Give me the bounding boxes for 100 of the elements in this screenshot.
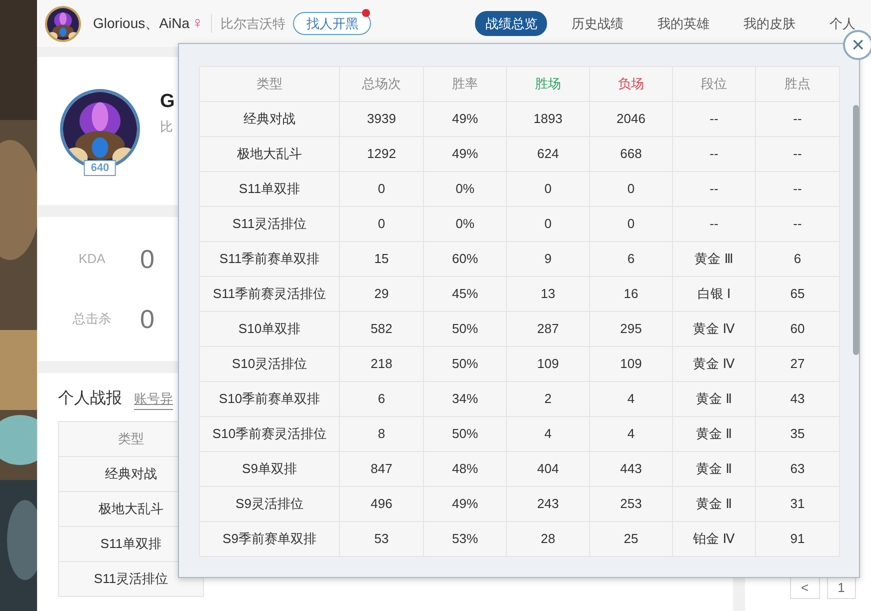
table-cell: 黄金 Ⅱ [672,452,756,486]
table-cell: 60% [424,242,506,276]
player-name: Glorious、AiNa [93,14,190,33]
column-header: 胜场 [506,66,590,102]
table-cell: 109 [506,346,590,382]
column-header: 胜率 [424,66,506,102]
table-cell: S10季前赛灵活排位 [200,416,340,452]
column-header: 负场 [590,66,672,102]
table-cell: 4 [506,416,590,452]
scrollbar-thumb[interactable] [853,105,859,355]
nav-tab[interactable]: 历史战绩 [561,10,634,36]
table-cell: 29 [340,276,424,312]
nav-tab[interactable]: 我的英雄 [647,10,720,36]
report-title: 个人战报 [58,389,122,409]
nav-tab[interactable]: 战绩总览 [475,10,548,36]
column-header: 类型 [200,66,340,102]
table-cell: 0% [424,172,506,206]
table-cell: 668 [590,136,672,172]
table-cell: 3939 [340,102,424,136]
table-cell: 极地大乱斗 [200,136,340,172]
table-cell: 847 [340,452,424,486]
table-cell: 404 [506,452,590,486]
table-cell: S11季前赛灵活排位 [200,276,340,312]
column-header: 段位 [672,66,756,102]
table-cell: S11灵活排位 [200,206,340,242]
server-name: 比尔吉沃特 [211,14,286,34]
stat-value: 0 [140,244,154,273]
table-cell: 9 [506,242,590,276]
table-cell: 黄金 Ⅱ [672,486,756,522]
table-cell: 49% [424,102,506,136]
table-cell: 53 [340,522,424,556]
column-header: 总场次 [340,66,424,102]
table-cell: 0 [590,206,672,242]
table-cell: 2046 [590,102,672,136]
table-cell: 49% [424,486,506,522]
table-cell: 496 [340,486,424,522]
table-cell: 6 [756,242,840,276]
table-cell: 50% [424,312,506,346]
table-cell: 16 [590,276,672,312]
table-cell: 31 [756,486,840,522]
table-cell: 铂金 Ⅳ [672,522,756,556]
table-cell: 15 [340,242,424,276]
table-cell: 6 [590,242,672,276]
table-cell: -- [756,102,840,136]
table-cell: 4 [590,416,672,452]
stat-value: 0 [140,304,154,333]
table-cell: 27 [756,346,840,382]
table-cell: 黄金 Ⅲ [672,242,756,276]
table-cell: 48% [424,452,506,486]
table-cell: 25 [590,522,672,556]
table-cell: -- [756,172,840,206]
level-badge: 640 [84,160,116,176]
table-cell: S10灵活排位 [200,346,340,382]
table-cell: S11单双排 [200,172,340,206]
profile-server: 比 [160,118,174,136]
table-cell: 1893 [506,102,590,136]
table-cell: -- [672,206,756,242]
table-cell: 0 [340,206,424,242]
table-cell: S11季前赛单双排 [200,242,340,276]
profile-name: G [160,91,175,113]
table-cell: 624 [506,136,590,172]
table-cell: 91 [756,522,840,556]
stat-label: 总击杀 [72,310,112,328]
column-header: 胜点 [756,66,840,102]
table-cell: S9单双排 [200,452,340,486]
table-cell: S9季前赛单双排 [200,522,340,556]
table-cell: 黄金 Ⅱ [672,416,756,452]
table-cell: 53% [424,522,506,556]
table-cell: 60 [756,312,840,346]
table-cell: 287 [506,312,590,346]
table-cell: 经典对战 [200,102,340,136]
table-cell: 0 [340,172,424,206]
table-cell: -- [756,136,840,172]
table-cell: 34% [424,382,506,416]
account-link[interactable]: 账号异 [134,389,173,410]
table-cell: 13 [506,276,590,312]
table-cell: 0 [506,206,590,242]
table-cell: 35 [756,416,840,452]
table-cell: -- [672,136,756,172]
table-cell: 65 [756,276,840,312]
table-cell: 6 [340,382,424,416]
table-cell: -- [672,172,756,206]
table-cell: 218 [340,346,424,382]
table-cell: 50% [424,346,506,382]
table-cell: 50% [424,416,506,452]
table-cell: 黄金 Ⅱ [672,382,756,416]
table-cell: -- [756,206,840,242]
table-cell: 8 [340,416,424,452]
table-cell: 443 [590,452,672,486]
table-cell: 2 [506,382,590,416]
table-cell: 0 [506,172,590,206]
table-cell: -- [672,102,756,136]
table-cell: S10单双排 [200,312,340,346]
table-cell: 1292 [340,136,424,172]
table-cell: 黄金 Ⅳ [672,312,756,346]
nav-tab[interactable]: 我的皮肤 [733,10,806,36]
table-cell: 243 [506,486,590,522]
table-cell: 4 [590,382,672,416]
table-cell: 0 [590,172,672,206]
find-team-button[interactable]: 找人开黑 [293,12,372,36]
